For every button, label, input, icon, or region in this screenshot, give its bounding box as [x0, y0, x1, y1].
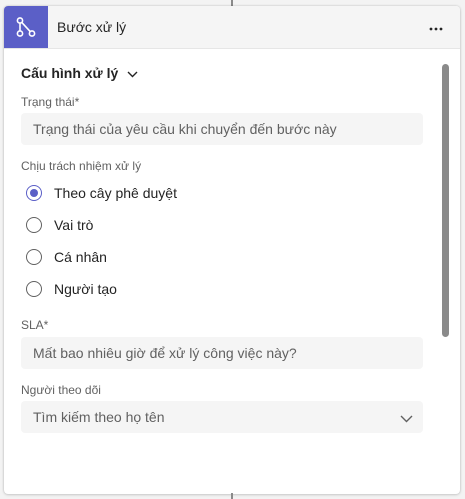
flow-branch-icon	[4, 6, 48, 48]
radio-creator[interactable]: Người tạo	[26, 279, 117, 299]
sla-placeholder: Mất bao nhiêu giờ để xử lý công việc này…	[33, 345, 297, 361]
section-toggle[interactable]: Cấu hình xử lý	[21, 65, 138, 81]
radio-role[interactable]: Vai trò	[26, 215, 93, 235]
card-title: Bước xử lý	[57, 19, 127, 35]
more-options-icon	[429, 18, 443, 36]
section-title: Cấu hình xử lý	[21, 65, 119, 81]
radio-unselected-icon	[26, 249, 42, 265]
status-placeholder: Trạng thái của yêu cầu khi chuyển đến bư…	[33, 121, 337, 137]
responsibility-label: Chịu trách nhiệm xử lý	[21, 159, 142, 173]
status-label: Trạng thái*	[21, 95, 80, 109]
scrollbar-thumb[interactable]	[442, 64, 449, 337]
radio-label: Vai trò	[54, 217, 94, 233]
watchers-placeholder: Tìm kiếm theo họ tên	[33, 409, 165, 425]
more-options-button[interactable]	[424, 15, 448, 39]
sla-label: SLA*	[21, 318, 49, 332]
radio-approval-tree[interactable]: Theo cây phê duyệt	[26, 183, 177, 203]
watchers-dropdown[interactable]: Tìm kiếm theo họ tên	[21, 401, 423, 433]
watchers-label: Người theo dõi	[21, 383, 101, 397]
status-input[interactable]: Trạng thái của yêu cầu khi chuyển đến bư…	[21, 113, 423, 145]
chevron-down-icon	[400, 410, 413, 426]
chevron-down-icon	[127, 65, 138, 81]
radio-label: Theo cây phê duyệt	[54, 185, 177, 201]
radio-unselected-icon	[26, 281, 42, 297]
radio-label: Cá nhân	[54, 249, 107, 265]
radio-selected-icon	[26, 185, 42, 201]
radio-individual[interactable]: Cá nhân	[26, 247, 107, 267]
radio-label: Người tạo	[54, 281, 117, 297]
sla-input[interactable]: Mất bao nhiêu giờ để xử lý công việc này…	[21, 337, 423, 369]
processing-step-card: Bước xử lý Cấu hình xử lý Trạng thái* Tr…	[4, 6, 460, 494]
radio-unselected-icon	[26, 217, 42, 233]
card-header: Bước xử lý	[4, 6, 460, 49]
connector-line-bottom	[231, 493, 233, 499]
